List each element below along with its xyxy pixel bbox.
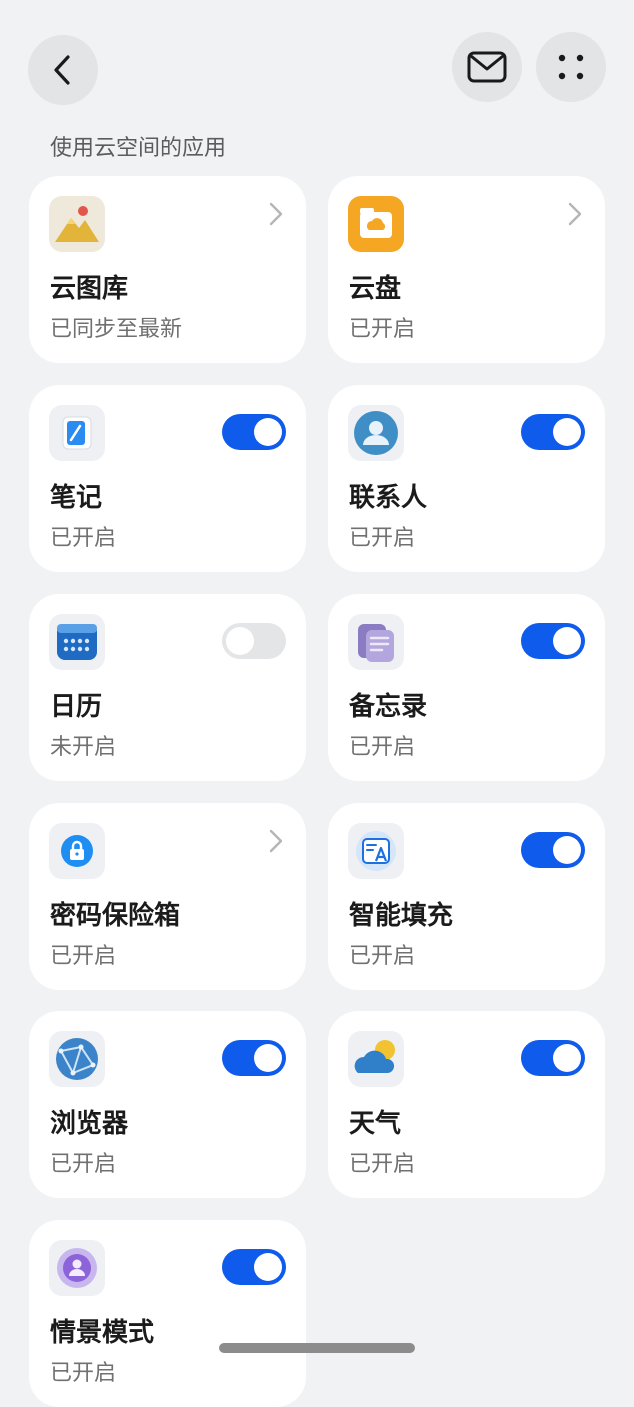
section-title: 使用云空间的应用 [50,136,227,161]
app-card-notes[interactable]: 笔记 已开启 [29,385,306,572]
app-status: 已开启 [50,1361,117,1386]
mail-button[interactable] [452,32,522,102]
app-card-contacts[interactable]: 联系人 已开启 [328,385,605,572]
app-status: 已开启 [50,1152,117,1177]
app-status: 已开启 [349,735,416,760]
scene-mode-icon [49,1240,105,1296]
app-name: 情景模式 [50,1318,155,1348]
chevron-left-icon [54,55,70,85]
app-card-weather[interactable]: 天气 已开启 [328,1011,605,1198]
sync-toggle[interactable] [222,623,286,659]
app-name: 云图库 [50,274,129,304]
app-status: 已开启 [349,526,416,551]
app-card-calendar[interactable]: 日历 未开启 [29,594,306,781]
chevron-right-icon [269,829,283,853]
sync-toggle[interactable] [521,623,585,659]
app-card-browser[interactable]: 浏览器 已开启 [29,1011,306,1198]
smart-fill-icon [348,823,404,879]
memo-icon [348,614,404,670]
app-card-gallery[interactable]: 云图库 已同步至最新 [29,176,306,363]
app-name: 天气 [349,1109,402,1139]
password-vault-icon [49,823,105,879]
app-card-scene-mode[interactable]: 情景模式 已开启 [29,1220,306,1407]
cloud-drive-icon [348,196,404,252]
four-dots-icon [558,54,584,80]
app-name: 云盘 [349,274,402,304]
app-name: 笔记 [50,483,103,513]
app-name: 日历 [50,692,103,722]
chevron-right-icon [269,202,283,226]
mail-icon [467,51,507,83]
app-card-smart-fill[interactable]: 智能填充 已开启 [328,803,605,990]
app-status: 已开启 [349,1152,416,1177]
sync-toggle[interactable] [521,832,585,868]
app-status: 已开启 [349,944,416,969]
gallery-icon [49,196,105,252]
app-card-cloud-drive[interactable]: 云盘 已开启 [328,176,605,363]
sync-toggle[interactable] [521,414,585,450]
app-name: 密码保险箱 [50,901,181,931]
app-status: 已开启 [50,944,117,969]
app-name: 智能填充 [349,901,454,931]
weather-icon [348,1031,404,1087]
app-name: 浏览器 [50,1109,129,1139]
sync-toggle[interactable] [521,1040,585,1076]
more-button[interactable] [536,32,606,102]
home-indicator[interactable] [219,1343,415,1353]
app-status: 已开启 [349,317,416,342]
app-status: 未开启 [50,735,117,760]
sync-toggle[interactable] [222,414,286,450]
back-button[interactable] [28,35,98,105]
app-card-memo[interactable]: 备忘录 已开启 [328,594,605,781]
browser-icon [49,1031,105,1087]
app-status: 已同步至最新 [50,317,183,342]
notes-icon [49,405,105,461]
app-status: 已开启 [50,526,117,551]
sync-toggle[interactable] [222,1249,286,1285]
contacts-icon [348,405,404,461]
chevron-right-icon [568,202,582,226]
calendar-icon [49,614,105,670]
app-name: 联系人 [349,483,428,513]
app-card-password-vault[interactable]: 密码保险箱 已开启 [29,803,306,990]
app-name: 备忘录 [349,692,428,722]
sync-toggle[interactable] [222,1040,286,1076]
